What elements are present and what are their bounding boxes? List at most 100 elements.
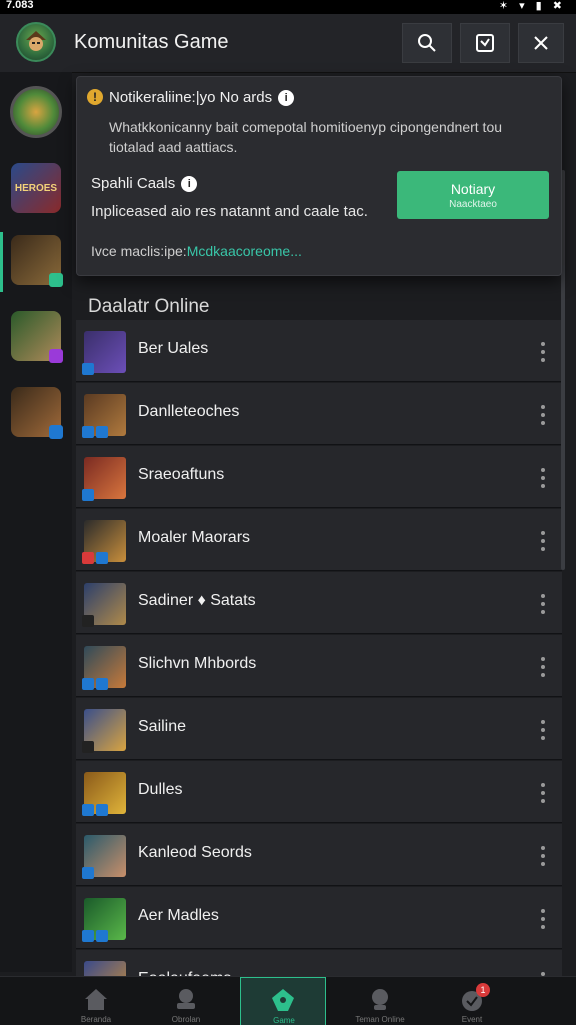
friends-icon bbox=[372, 989, 388, 1010]
sidebar-game-ranger[interactable] bbox=[8, 232, 64, 288]
nav-chat[interactable]: Obrolan bbox=[146, 977, 226, 1025]
game-avatar-icon bbox=[82, 898, 126, 942]
game-list-item[interactable]: Sailine bbox=[76, 698, 562, 760]
search-icon bbox=[418, 34, 436, 52]
menu-dot bbox=[541, 909, 545, 913]
menu-dot bbox=[541, 854, 545, 858]
nav-game[interactable]: Game bbox=[240, 977, 326, 1025]
menu-dot bbox=[541, 421, 545, 425]
sidebar-game-logo[interactable] bbox=[8, 84, 64, 140]
more-options-icon[interactable] bbox=[540, 783, 546, 803]
popup-more-link[interactable]: Mcdkaacoreome... bbox=[187, 243, 302, 259]
notification-popup: ! Notikeraliine:|yo No ards i Whatkkonica… bbox=[76, 76, 562, 276]
game-list-item[interactable]: Ber Uales bbox=[76, 320, 562, 382]
game-icon bbox=[272, 989, 294, 1011]
game-list-item[interactable]: Aer Madles bbox=[76, 887, 562, 949]
more-options-icon[interactable] bbox=[540, 846, 546, 866]
game-avatar-icon bbox=[82, 394, 126, 438]
platform-badge-icon bbox=[96, 426, 108, 438]
notify-button-label: Notiary bbox=[450, 181, 496, 197]
sidebar: HEROES bbox=[0, 72, 72, 972]
game-list-item[interactable]: Sadiner ♦ Satats bbox=[76, 572, 562, 634]
nav-friends[interactable]: Teman Online bbox=[340, 977, 420, 1025]
game-name: Sadiner ♦ Satats bbox=[138, 592, 256, 609]
platform-badge-icon bbox=[82, 741, 94, 753]
game-logo-icon bbox=[10, 86, 62, 138]
section-title: Daalatr Online bbox=[88, 296, 210, 317]
game-list-item[interactable]: Slichvn Mhbords bbox=[76, 635, 562, 697]
platform-badge-icon bbox=[82, 426, 94, 438]
sidebar-active-indicator bbox=[0, 232, 3, 292]
popup-more: Ivce maclis:ipe:Mcdkaacoreome... bbox=[91, 243, 302, 259]
badge-icon bbox=[49, 425, 63, 439]
game-name: Moaler Maorars bbox=[138, 529, 251, 546]
platform-badge-icon bbox=[82, 615, 94, 627]
platform-badge-icon bbox=[82, 552, 94, 564]
menu-dot bbox=[541, 476, 545, 480]
menu-dot bbox=[541, 539, 545, 543]
sidebar-game-heroes[interactable]: HEROES bbox=[8, 160, 64, 216]
close-button[interactable] bbox=[518, 23, 564, 63]
game-avatar-icon bbox=[82, 331, 126, 375]
app-logo[interactable] bbox=[16, 22, 56, 62]
game-name: Danlleteoches bbox=[138, 403, 240, 420]
game-name: Sraeoaftuns bbox=[138, 466, 225, 483]
game-avatar-icon bbox=[82, 772, 126, 816]
more-options-icon[interactable] bbox=[540, 531, 546, 551]
menu-dot bbox=[541, 720, 545, 724]
menu-dot bbox=[541, 358, 545, 362]
game-avatar-icon bbox=[82, 520, 126, 564]
menu-dot bbox=[541, 484, 545, 488]
platform-badge-icon bbox=[82, 363, 94, 375]
menu-dot bbox=[541, 783, 545, 787]
game-name: Dulles bbox=[138, 781, 183, 798]
popup-sub-title-text: Spahli Caals bbox=[91, 175, 176, 192]
menu-dot bbox=[541, 531, 545, 535]
platform-badge-icon bbox=[82, 867, 94, 879]
game-list-item[interactable]: Moaler Maorars bbox=[76, 509, 562, 571]
game-list-item[interactable]: Dulles bbox=[76, 761, 562, 823]
game-name: Slichvn Mhbords bbox=[138, 655, 257, 672]
game-avatar-icon bbox=[82, 835, 126, 879]
more-options-icon[interactable] bbox=[540, 405, 546, 425]
elf-game-icon bbox=[11, 311, 63, 363]
notify-button-sub-label: Naacktaeo bbox=[449, 199, 497, 210]
game-name: Sailine bbox=[138, 718, 187, 735]
platform-badge-icon bbox=[82, 489, 94, 501]
search-button[interactable] bbox=[402, 23, 452, 63]
popup-description: Whatkkonicanny bait comepotal homitioeny… bbox=[109, 119, 503, 155]
heroes-logo-icon: HEROES bbox=[11, 163, 61, 213]
more-options-icon[interactable] bbox=[540, 468, 546, 488]
game-avatar-icon bbox=[82, 457, 126, 501]
platform-badge-icon bbox=[96, 930, 108, 942]
popup-more-prefix: Ivce maclis:ipe: bbox=[91, 243, 187, 259]
sidebar-game-warrior[interactable] bbox=[8, 384, 64, 440]
menu-dot bbox=[541, 846, 545, 850]
more-options-icon[interactable] bbox=[540, 657, 546, 677]
badge-icon bbox=[49, 273, 63, 287]
ranger-game-icon bbox=[11, 235, 63, 287]
more-options-icon[interactable] bbox=[540, 594, 546, 614]
info-icon[interactable]: i bbox=[278, 90, 295, 107]
more-options-icon[interactable] bbox=[540, 720, 546, 740]
notify-button[interactable]: Notiary Naacktaeo bbox=[397, 171, 549, 219]
menu-dot bbox=[541, 350, 545, 354]
popup-sub-description: Inpliceased aio res natannt and caale ta… bbox=[91, 203, 368, 220]
menu-dot bbox=[541, 673, 545, 677]
checkbox-icon bbox=[476, 34, 494, 52]
more-options-icon[interactable] bbox=[540, 342, 546, 362]
checkbox-button[interactable] bbox=[460, 23, 510, 63]
sidebar-game-elf[interactable] bbox=[8, 308, 64, 364]
more-options-icon[interactable] bbox=[540, 909, 546, 929]
game-list-item[interactable]: Danlleteoches bbox=[76, 383, 562, 445]
game-name: Aer Madles bbox=[138, 907, 219, 924]
game-list-item[interactable]: Sraeoaftuns bbox=[76, 446, 562, 508]
nav-event[interactable]: 1 Event bbox=[432, 977, 512, 1025]
nav-home[interactable]: Beranda bbox=[56, 977, 136, 1025]
menu-dot bbox=[541, 917, 545, 921]
info-icon[interactable]: i bbox=[181, 176, 198, 193]
platform-badge-icon bbox=[82, 678, 94, 690]
game-list-item[interactable]: Kanleod Seords bbox=[76, 824, 562, 886]
game-avatar-icon bbox=[82, 646, 126, 690]
game-avatar-icon bbox=[82, 583, 126, 627]
